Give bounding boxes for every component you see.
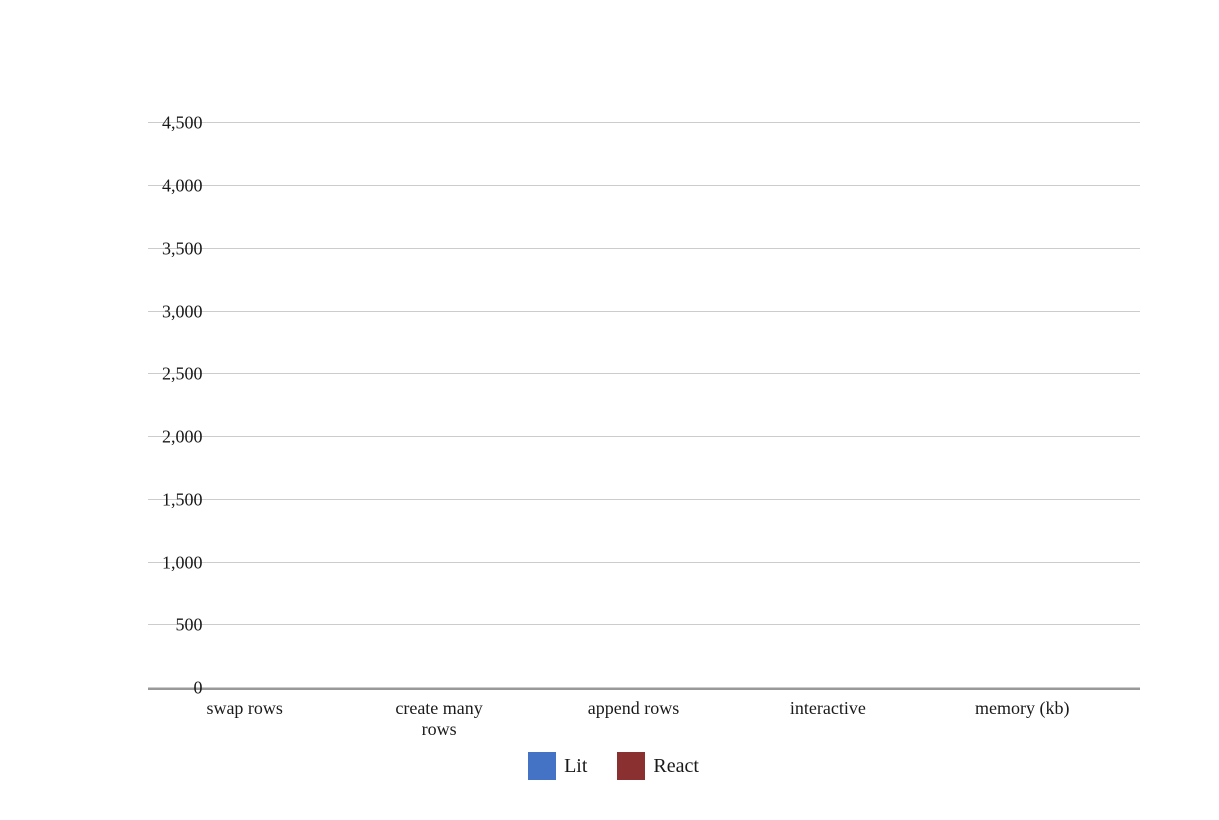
- bars-container: [148, 122, 1140, 688]
- legend-label: Lit: [564, 755, 587, 778]
- legend: Lit React: [88, 752, 1140, 780]
- x-axis-labels: swap rows create manyrows append rows inter…: [88, 690, 1140, 740]
- chart-area: 4,5004,0003,5003,0002,5002,0001,5001,000…: [80, 122, 1140, 780]
- x-axis-label: create manyrows: [376, 698, 502, 740]
- chart-inner: 4,5004,0003,5003,0002,5002,0001,5001,000…: [88, 122, 1140, 780]
- x-axis-label: memory (kb): [959, 698, 1085, 740]
- legend-label: React: [653, 755, 699, 778]
- grid-and-bars: 4,5004,0003,5003,0002,5002,0001,5001,000…: [88, 122, 1140, 688]
- legend-item: React: [617, 752, 699, 780]
- x-axis-label: interactive: [765, 698, 891, 740]
- x-axis-label: append rows: [570, 698, 696, 740]
- legend-item: Lit: [528, 752, 587, 780]
- chart-container: 4,5004,0003,5003,0002,5002,0001,5001,000…: [60, 20, 1160, 800]
- plot-area: 4,5004,0003,5003,0002,5002,0001,5001,000…: [88, 122, 1140, 688]
- legend-color-box: [617, 752, 645, 780]
- legend-color-box: [528, 752, 556, 780]
- x-axis-label: swap rows: [182, 698, 308, 740]
